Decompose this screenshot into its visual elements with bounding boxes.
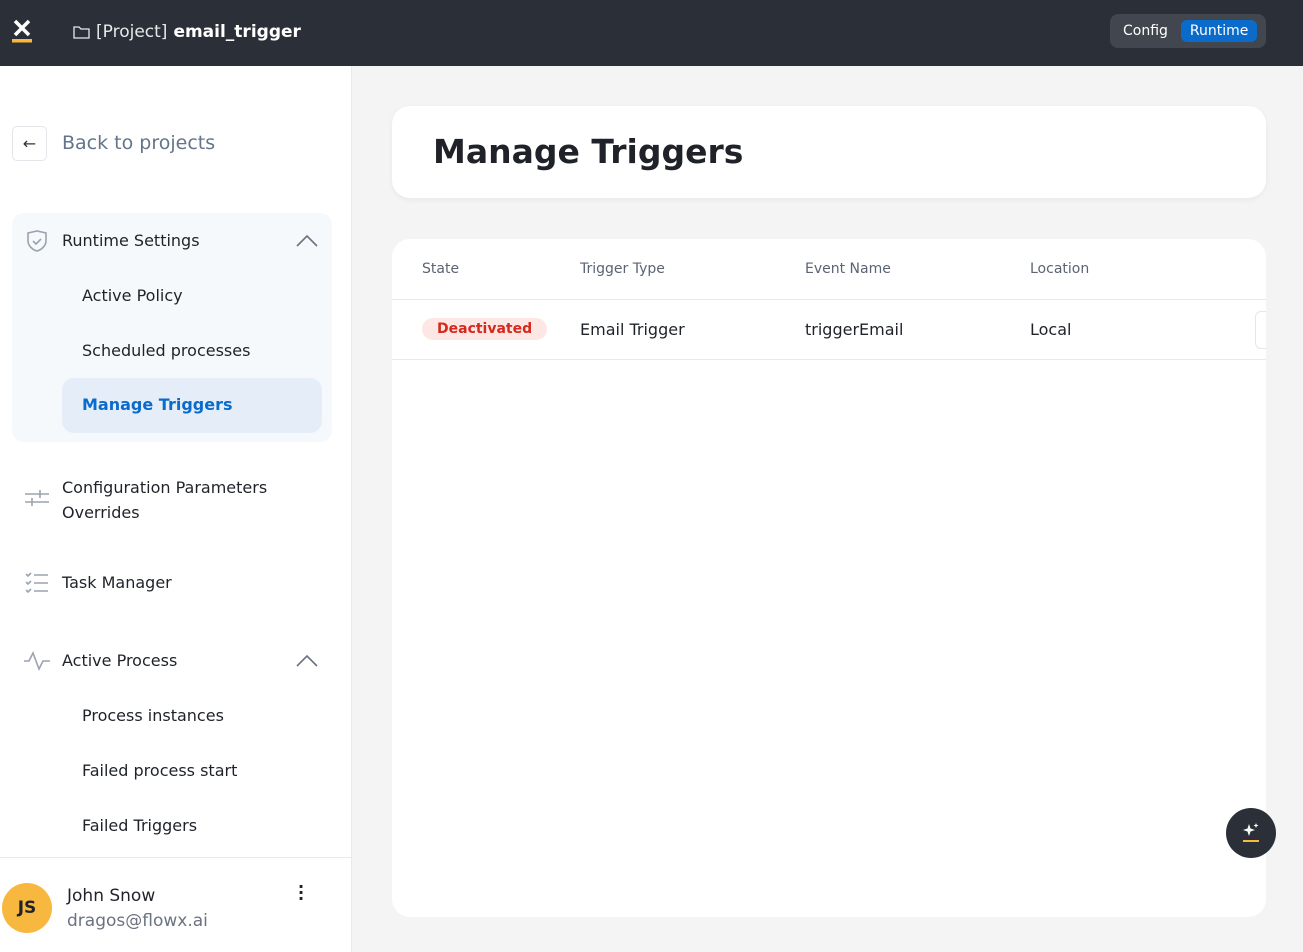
triggers-table: State Trigger Type Event Name Location D… xyxy=(392,239,1266,917)
chevron-up-icon[interactable] xyxy=(296,234,318,248)
cell-trigger-type: Email Trigger xyxy=(580,320,685,339)
avatar: JS xyxy=(2,883,52,933)
activity-icon xyxy=(24,651,50,671)
mode-config[interactable]: Config xyxy=(1114,20,1177,42)
column-event-name: Event Name xyxy=(805,261,891,277)
folder-icon xyxy=(73,26,90,39)
sidebar: ← Back to projects Runtime Settings Acti… xyxy=(0,66,352,952)
column-state: State xyxy=(422,261,460,277)
back-button[interactable]: ← xyxy=(12,126,47,161)
table-header: State Trigger Type Event Name Location xyxy=(392,239,1266,300)
top-bar: [Project] email_trigger Config Runtime xyxy=(0,0,1303,66)
ai-assistant-button[interactable] xyxy=(1226,808,1276,858)
sparkle-icon xyxy=(1243,823,1259,842)
user-email: dragos@flowx.ai xyxy=(67,911,208,931)
sidebar-item-active-policy[interactable]: Active Policy xyxy=(82,286,183,305)
mode-runtime[interactable]: Runtime xyxy=(1180,20,1258,42)
user-name: John Snow xyxy=(67,886,156,906)
flowx-logo[interactable] xyxy=(12,18,32,44)
cell-event-name: triggerEmail xyxy=(805,320,904,339)
sidebar-item-manage-triggers[interactable]: Manage Triggers xyxy=(62,378,322,433)
project-name: email_trigger xyxy=(173,22,301,42)
user-panel: JS John Snow dragos@flowx.ai · · · xyxy=(0,857,352,952)
arrow-left-icon: ← xyxy=(22,134,37,153)
cell-location: Local xyxy=(1030,320,1072,339)
table-row[interactable]: Deactivated Email Trigger triggerEmail L… xyxy=(392,300,1266,360)
more-vertical-icon[interactable]: · · · xyxy=(294,879,308,907)
sidebar-item-active-process[interactable]: Active Process xyxy=(62,651,177,670)
sidebar-item-task-manager[interactable]: Task Manager xyxy=(62,573,172,592)
back-to-projects-link[interactable]: Back to projects xyxy=(62,132,215,154)
sidebar-item-failed-process-start[interactable]: Failed process start xyxy=(82,761,237,780)
row-action-button[interactable] xyxy=(1255,311,1266,349)
checklist-icon xyxy=(25,572,48,594)
page-header: Manage Triggers xyxy=(392,106,1266,198)
status-badge: Deactivated xyxy=(422,318,548,340)
page-title: Manage Triggers xyxy=(433,132,744,171)
shield-check-icon xyxy=(27,230,47,252)
column-trigger-type: Trigger Type xyxy=(580,261,665,277)
sidebar-item-config-overrides[interactable]: Configuration Parameters Overrides xyxy=(62,475,322,525)
project-prefix: [Project] xyxy=(96,22,168,42)
chevron-up-icon[interactable] xyxy=(296,654,318,668)
sidebar-item-failed-triggers[interactable]: Failed Triggers xyxy=(82,816,197,835)
column-location: Location xyxy=(1030,261,1090,277)
sliders-icon xyxy=(25,490,49,506)
sidebar-item-runtime-settings[interactable]: Runtime Settings xyxy=(62,231,200,250)
sidebar-item-scheduled-processes[interactable]: Scheduled processes xyxy=(82,341,250,360)
sidebar-item-process-instances[interactable]: Process instances xyxy=(82,706,224,725)
project-breadcrumb: [Project] email_trigger xyxy=(73,22,301,42)
mode-toggle: Config Runtime xyxy=(1110,14,1266,48)
